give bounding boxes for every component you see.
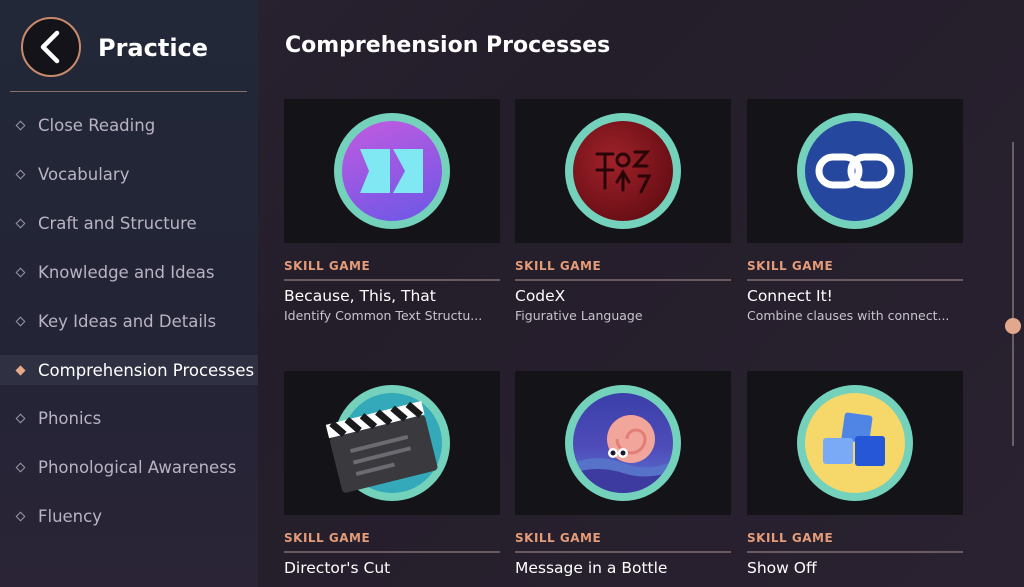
sidebar-item-craft-and-structure[interactable]: Craft and Structure	[0, 199, 258, 248]
card-tag: SKILL GAME	[747, 259, 834, 273]
card-divider	[747, 551, 963, 553]
card-divider	[747, 279, 963, 281]
scrollbar-thumb[interactable]	[1005, 318, 1021, 334]
sidebar-item-label: Phonics	[38, 409, 102, 428]
because-this-that-icon	[342, 121, 442, 221]
seal-glyphs	[595, 150, 652, 194]
sidebar-item-label: Key Ideas and Details	[38, 312, 217, 331]
back-button[interactable]	[21, 17, 81, 77]
card-divider	[284, 551, 500, 553]
card-title: Because, This, That	[284, 287, 436, 305]
game-card[interactable]: SKILL GAME Connect It! Combine clauses w…	[747, 99, 963, 323]
card-tag: SKILL GAME	[284, 531, 371, 545]
sidebar-item-close-reading[interactable]: Close Reading	[0, 101, 258, 150]
clapperboard-icon	[325, 393, 442, 493]
card-thumbnail	[515, 371, 731, 515]
card-divider	[515, 279, 731, 281]
sidebar-item-comprehension-processes[interactable]: Comprehension Processes	[0, 355, 258, 385]
diamond-icon	[15, 267, 26, 278]
game-card[interactable]: SKILL GAME Show Off	[747, 371, 963, 577]
page-title: Practice	[98, 34, 209, 62]
game-card[interactable]: SKILL GAME Because, This, That Identify …	[284, 99, 500, 323]
badge-ring	[325, 385, 450, 501]
chain-link-icon	[805, 121, 905, 221]
card-thumbnail	[515, 99, 731, 243]
sidebar-nav: Close Reading Vocabulary Craft and Struc…	[0, 101, 258, 541]
sidebar-item-label: Comprehension Processes	[38, 360, 255, 380]
snail-shape	[573, 415, 673, 493]
sidebar-item-label: Close Reading	[38, 116, 156, 135]
card-tag: SKILL GAME	[284, 259, 371, 273]
sidebar-item-label: Vocabulary	[38, 165, 130, 184]
diamond-icon	[15, 316, 26, 327]
chevron-left-icon	[40, 30, 60, 64]
card-title: Show Off	[747, 559, 817, 577]
sidebar-item-fluency[interactable]: Fluency	[0, 492, 258, 541]
game-card[interactable]: SKILL GAME Director's Cut	[284, 371, 500, 577]
clapper-shape	[325, 401, 438, 493]
card-thumbnail	[747, 371, 963, 515]
arrow-blocks-shape	[360, 149, 423, 193]
section-title: Comprehension Processes	[285, 33, 611, 58]
badge-ring	[565, 385, 681, 501]
blocks-icon	[805, 393, 905, 493]
sidebar-item-label: Knowledge and Ideas	[38, 263, 215, 282]
badge-ring	[334, 113, 450, 229]
card-subtitle: Combine clauses with connect...	[747, 308, 950, 323]
card-divider	[515, 551, 731, 553]
diamond-icon	[15, 511, 26, 522]
wax-seal-icon	[573, 121, 673, 221]
snail-icon	[573, 393, 673, 493]
card-title: Message in a Bottle	[515, 559, 668, 577]
card-subtitle: Identify Common Text Structu...	[284, 308, 483, 323]
card-thumbnail	[747, 99, 963, 243]
diamond-icon	[15, 413, 26, 424]
sidebar-item-phonological-awareness[interactable]: Phonological Awareness	[0, 443, 258, 492]
sidebar-item-vocabulary[interactable]: Vocabulary	[0, 150, 258, 199]
game-card[interactable]: SKILL GAME CodeX Figurative Language	[515, 99, 731, 323]
badge-ring	[797, 385, 913, 501]
card-title: CodeX	[515, 287, 566, 305]
card-title: Director's Cut	[284, 559, 391, 577]
card-tag: SKILL GAME	[515, 259, 602, 273]
card-title: Connect It!	[747, 287, 833, 305]
diamond-icon	[15, 218, 26, 229]
sidebar-item-key-ideas-and-details[interactable]: Key Ideas and Details	[0, 297, 258, 346]
sidebar-item-label: Fluency	[38, 507, 102, 526]
sidebar-item-label: Craft and Structure	[38, 214, 197, 233]
scrollbar-track[interactable]	[1012, 142, 1014, 446]
blocks-shape	[823, 412, 885, 466]
diamond-icon	[15, 120, 26, 131]
diamond-icon	[15, 462, 26, 473]
card-tag: SKILL GAME	[747, 531, 834, 545]
diamond-icon	[15, 169, 26, 180]
sidebar-item-label: Phonological Awareness	[38, 458, 237, 477]
card-subtitle: Figurative Language	[515, 308, 643, 323]
sidebar-divider	[10, 91, 247, 92]
game-card[interactable]: SKILL GAME Message in a Bottle	[515, 371, 731, 577]
diamond-icon	[15, 365, 26, 375]
card-divider	[284, 279, 500, 281]
card-thumbnail	[284, 99, 500, 243]
sidebar: Practice Close Reading Vocabulary Craft …	[0, 0, 258, 587]
badge-ring	[565, 113, 681, 229]
card-thumbnail	[284, 371, 500, 515]
badge-ring	[797, 113, 913, 229]
card-tag: SKILL GAME	[515, 531, 602, 545]
sidebar-item-knowledge-and-ideas[interactable]: Knowledge and Ideas	[0, 248, 258, 297]
chain-shape	[815, 153, 895, 189]
sidebar-item-phonics[interactable]: Phonics	[0, 394, 258, 443]
